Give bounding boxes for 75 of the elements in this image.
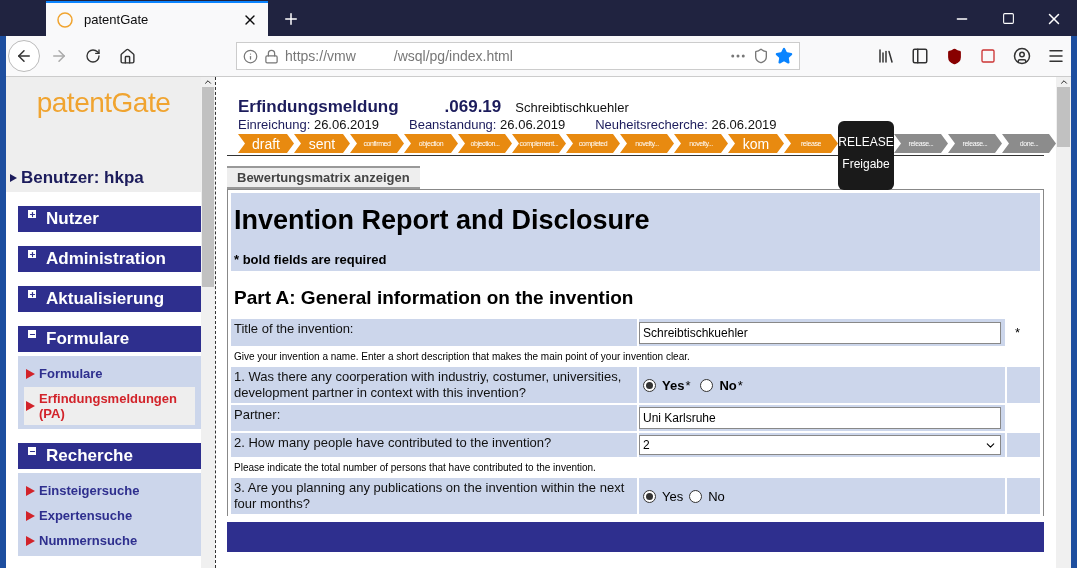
section-header[interactable]: Formulare	[18, 326, 201, 352]
star-icon[interactable]	[775, 47, 793, 65]
section-header[interactable]: Aktualisierung	[18, 286, 201, 312]
table-cell	[1007, 367, 1040, 403]
field-label: 3. Are you planning any publications on the invention within the next four months?	[231, 478, 637, 514]
date-label: Neuheitsrecherche:	[595, 117, 708, 132]
date-value: 26.06.2019	[313, 117, 379, 132]
chevron-up-icon[interactable]	[203, 77, 213, 87]
part-heading: Part A: General information on the invention	[233, 286, 635, 310]
progress-step[interactable]: kom	[728, 134, 784, 153]
section-header[interactable]: Nutzer	[18, 206, 201, 232]
field-label: 1. Was there any coorperation with industriy, costumer, universities, development partner in context with this invention?	[231, 367, 637, 403]
select-field[interactable]: 2	[639, 435, 1001, 455]
sidebar-item[interactable]: Nummernsuche	[24, 529, 195, 552]
progress-step[interactable]: sent	[294, 134, 350, 153]
arrow-icon	[10, 174, 17, 182]
minus-icon	[28, 330, 36, 338]
required-mark: *	[685, 377, 691, 393]
arrow-icon	[26, 535, 35, 546]
tooltip: RELEASE Freigabe	[838, 121, 894, 190]
date-label: Beanstandung:	[409, 117, 497, 132]
field-label: 2. How many people have contributed to the invention?	[231, 433, 637, 457]
user-name: Benutzer: hkpa	[21, 168, 144, 188]
arrow-icon	[26, 485, 35, 496]
section-header[interactable]: Recherche	[18, 443, 201, 469]
arrow-icon	[26, 510, 35, 521]
field-label: Title of the invention:	[231, 319, 637, 346]
chevron-up-icon[interactable]	[1058, 77, 1069, 87]
record-number: .069.19	[444, 97, 502, 117]
radio-button[interactable]	[700, 378, 714, 392]
radio-button[interactable]	[643, 489, 656, 503]
field-label: Partner:	[231, 405, 637, 431]
option-label: Yes	[662, 488, 684, 504]
lock-icon	[264, 48, 279, 64]
sidebar-item[interactable]: Formulare	[24, 362, 195, 385]
radio-button[interactable]	[689, 489, 703, 503]
logo-icon	[56, 10, 74, 29]
required-note: * bold fields are required	[234, 252, 388, 267]
browser-tab[interactable]: patentGate	[46, 1, 268, 36]
back-icon[interactable]	[8, 40, 40, 72]
date-value: 26.06.2019	[500, 117, 566, 132]
date-value: 26.06.2019	[711, 117, 777, 132]
address-bar[interactable]: https://vmw /wsql/pg/index.html	[236, 42, 800, 70]
input-field[interactable]: Uni Karlsruhe	[639, 407, 1001, 429]
matrix-tab[interactable]: Bewertungsmatrix anzeigen	[227, 166, 420, 189]
table-cell	[1007, 433, 1040, 457]
table-cell	[1007, 478, 1040, 514]
sidebar-item[interactable]: Einsteigersuche	[24, 479, 195, 502]
form-title: Invention Report and Disclosure	[234, 205, 651, 236]
scrollbar-thumb[interactable]	[202, 87, 214, 287]
date-label: Einreichung:	[238, 117, 311, 132]
option-label: No	[719, 377, 737, 393]
subject-text: Schreibtischkuehler	[515, 100, 629, 115]
minus-icon	[28, 447, 36, 455]
plus-icon	[28, 210, 36, 218]
input-field[interactable]: Schreibtischkuehler	[639, 321, 1001, 344]
plus-icon	[28, 290, 36, 298]
hint-text: Give your invention a name. Enter a short description that makes the main point of your invention clear.	[233, 350, 691, 364]
logo: patentGate	[36, 87, 171, 119]
sidebar-item[interactable]: Erfindungsmeldungen (PA)	[24, 387, 195, 425]
progress-step[interactable]: draft	[238, 134, 294, 153]
sidebar-item[interactable]: Expertensuche	[24, 504, 195, 527]
option-label: Yes	[662, 377, 685, 393]
option-label: No	[708, 488, 725, 504]
required-mark: *	[1014, 324, 1022, 342]
section-header[interactable]: Administration	[18, 246, 201, 272]
plus-icon	[28, 250, 36, 258]
required-mark: *	[737, 377, 743, 393]
scrollbar-thumb[interactable]	[1057, 87, 1070, 147]
hint-text: Please indicate the total number of persons that have contributed to the invention.	[233, 461, 597, 475]
arrow-icon	[26, 401, 35, 411]
arrow-icon	[26, 368, 35, 379]
page-title: Erfindungsmeldung	[238, 97, 399, 117]
info-icon	[243, 48, 258, 64]
radio-button[interactable]	[643, 378, 656, 392]
